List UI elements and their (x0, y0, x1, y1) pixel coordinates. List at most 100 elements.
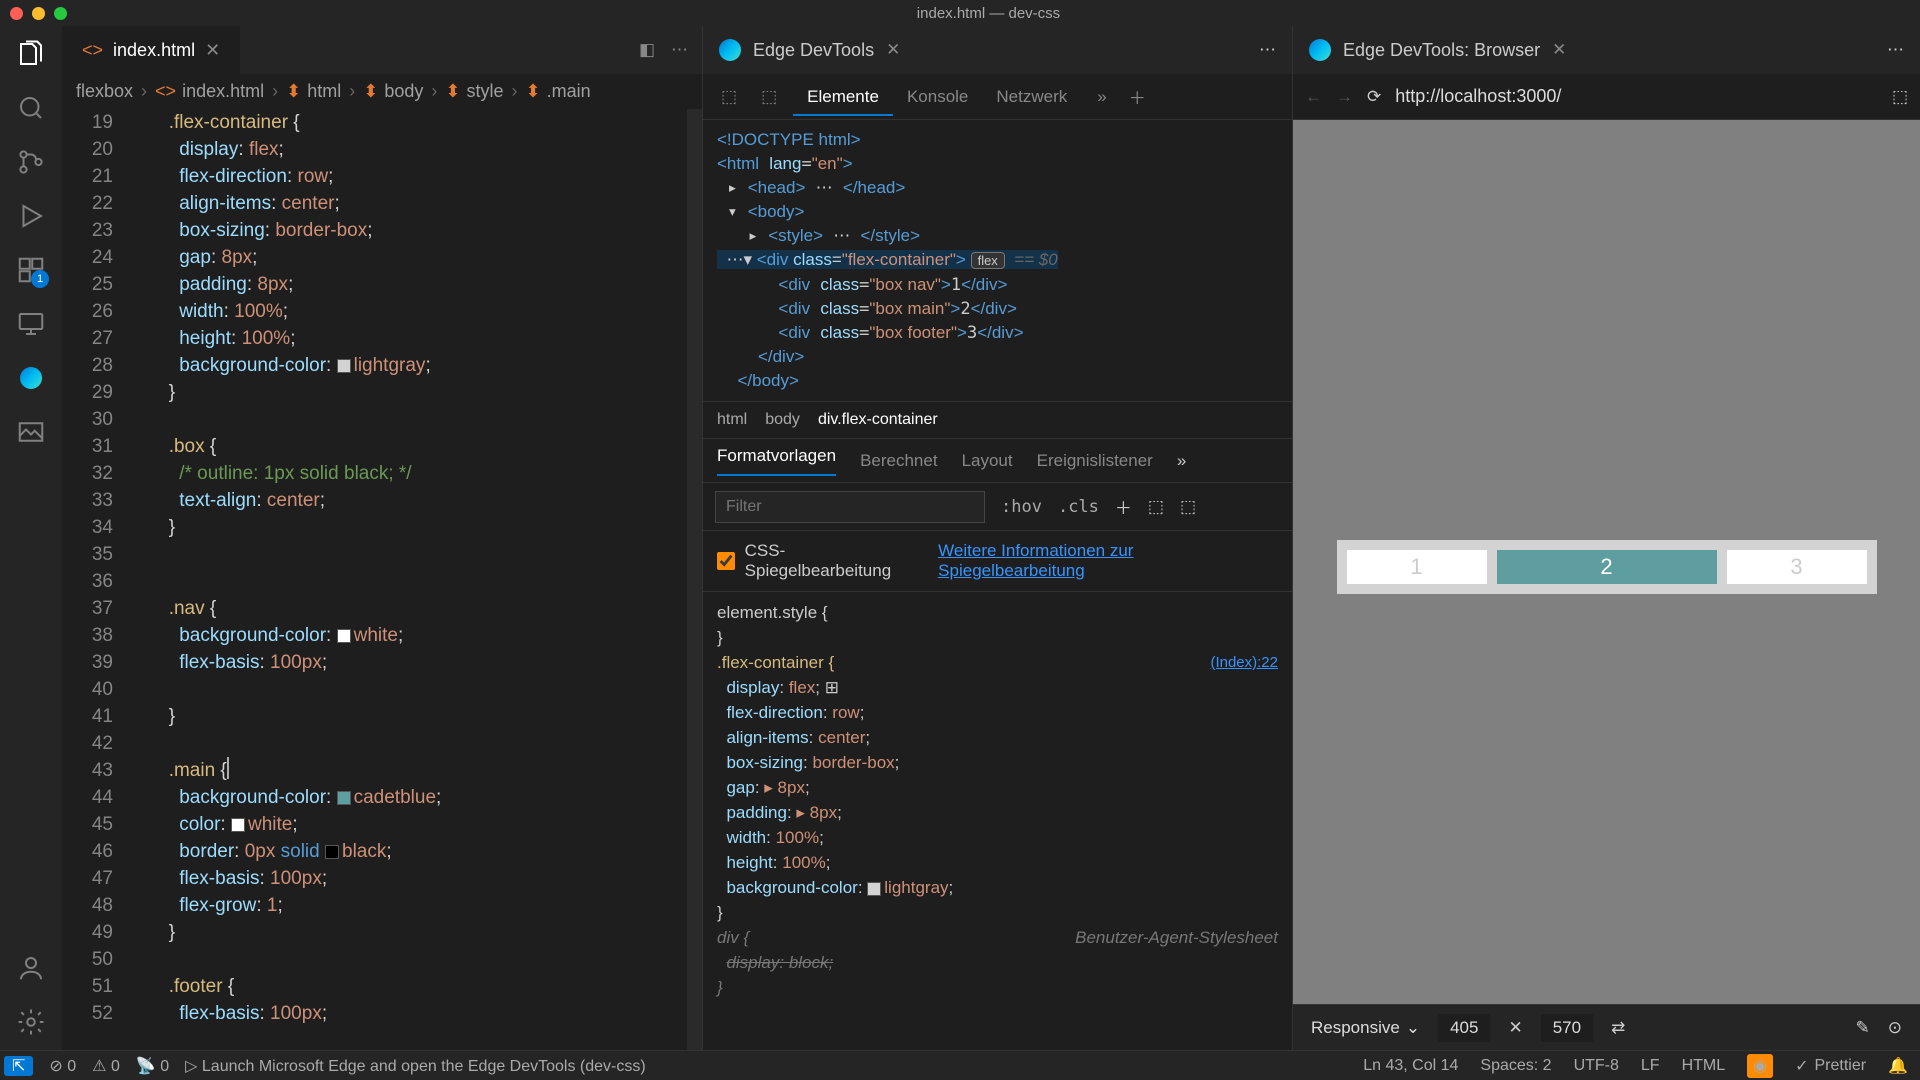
split-editor-icon[interactable]: ◧ (639, 40, 655, 60)
browser-preview: Edge DevTools: Browser ✕ ⋯ ← → ⟳ http://… (1292, 26, 1920, 1050)
remote-indicator[interactable]: ⇱ (4, 1056, 33, 1076)
css-mirror-checkbox[interactable] (717, 552, 735, 570)
account-icon[interactable] (15, 952, 47, 984)
rendered-box-footer: 3 (1727, 550, 1867, 584)
edge-icon (719, 39, 741, 61)
viewport[interactable]: 1 2 3 (1293, 120, 1920, 1004)
mirror-label: CSS-Spiegelbearbeitung (745, 541, 929, 581)
edge-tools-icon[interactable] (15, 362, 47, 394)
devtools-panel-tab[interactable]: Elemente (793, 79, 893, 116)
styles-subtab[interactable]: Ereignislistener (1037, 451, 1153, 471)
edge-status-icon[interactable]: ◉ (1747, 1054, 1773, 1078)
styles-pane[interactable]: element.style {}(Index):22.flex-containe… (703, 592, 1292, 1050)
text-cursor (227, 757, 229, 779)
breadcrumb-item[interactable]: flexbox (76, 81, 133, 102)
reload-icon[interactable]: ⟳ (1367, 87, 1381, 107)
warnings-count[interactable]: ⚠ 0 (92, 1056, 120, 1076)
settings-icon[interactable]: ⊙ (1888, 1018, 1902, 1038)
status-bar: ⇱ ⊘ 0 ⚠ 0 📡 0 ▷ Launch Microsoft Edge an… (0, 1050, 1920, 1080)
rendered-box-main: 2 (1497, 550, 1717, 584)
editor-group-1: <> index.html ✕ ◧ ⋯ flexbox›<> index.htm… (62, 26, 702, 1050)
add-rule-icon[interactable]: ＋ (1115, 494, 1132, 519)
launch-edge-button[interactable]: ▷ Launch Microsoft Edge and open the Edg… (185, 1056, 646, 1076)
add-panel-icon[interactable]: ＋ (1129, 84, 1146, 109)
devtools-panel-tab[interactable]: Netzwerk (982, 79, 1081, 114)
devtools-panel: Edge DevTools ✕ ⋯ ⬚ ⬚ ElementeKonsoleNet… (702, 26, 1292, 1050)
notifications-icon[interactable]: 🔔 (1888, 1056, 1908, 1076)
rotate-icon[interactable]: ⇄ (1611, 1018, 1625, 1038)
more-actions-icon[interactable]: ⋯ (1259, 40, 1276, 60)
search-icon[interactable] (15, 92, 47, 124)
styles-subtab[interactable]: Formatvorlagen (717, 446, 836, 476)
prettier-status[interactable]: ✓ Prettier (1795, 1056, 1866, 1076)
encoding[interactable]: UTF-8 (1574, 1057, 1619, 1075)
close-icon[interactable]: ✕ (205, 40, 220, 61)
errors-count[interactable]: ⊘ 0 (49, 1056, 76, 1076)
device-emulation-icon[interactable]: ⬚ (753, 83, 785, 111)
close-window-icon[interactable] (10, 7, 23, 20)
dom-breadcrumb[interactable]: html body div.flex-container (703, 401, 1292, 439)
more-tabs-icon[interactable]: » (1177, 451, 1186, 471)
indentation[interactable]: Spaces: 2 (1480, 1057, 1551, 1075)
class-toggle[interactable]: .cls (1058, 497, 1099, 517)
close-icon[interactable]: ✕ (886, 40, 900, 60)
run-debug-icon[interactable] (15, 200, 47, 232)
breadcrumb-item[interactable]: ⬍ .main (525, 81, 590, 102)
tab-label: index.html (113, 40, 195, 61)
code-editor[interactable]: 19 20 21 22 23 24 25 26 27 28 29 30 31 3… (62, 109, 702, 1050)
devtools-title: Edge DevTools (753, 40, 874, 61)
devtools-panel-tab[interactable]: Konsole (893, 79, 982, 114)
dimension-separator: ✕ (1508, 1018, 1522, 1038)
styles-subtab[interactable]: Berechnet (860, 451, 938, 471)
styles-filter-input[interactable] (715, 491, 985, 523)
back-icon[interactable]: ← (1305, 87, 1322, 107)
traffic-lights (10, 7, 67, 20)
close-icon[interactable]: ✕ (1552, 40, 1566, 60)
breadcrumb-item[interactable]: ⬍ body (363, 81, 423, 102)
minimize-window-icon[interactable] (32, 7, 45, 20)
viewport-height[interactable]: 570 (1541, 1014, 1593, 1042)
tab-index-html[interactable]: <> index.html ✕ (62, 26, 240, 74)
minimap[interactable] (687, 109, 702, 1050)
maximize-window-icon[interactable] (54, 7, 67, 20)
settings-gear-icon[interactable] (15, 1006, 47, 1038)
extensions-icon[interactable]: 1 (15, 254, 47, 286)
extensions-badge: 1 (31, 270, 49, 288)
cursor-position[interactable]: Ln 43, Col 14 (1363, 1057, 1458, 1075)
more-actions-icon[interactable]: ⋯ (1887, 40, 1904, 60)
mirror-info-link[interactable]: Weitere Informationen zur Spiegelbearbei… (938, 541, 1278, 581)
url-bar[interactable]: http://localhost:3000/ (1395, 82, 1878, 111)
more-panels-icon[interactable]: » (1089, 83, 1114, 111)
breadcrumb-item[interactable]: ⬍ html (286, 81, 341, 102)
open-devtools-icon[interactable]: ⬚ (1892, 87, 1908, 107)
source-control-icon[interactable] (15, 146, 47, 178)
breadcrumb[interactable]: flexbox›<> index.html›⬍ html›⬍ body›⬍ st… (62, 74, 702, 109)
dom-tree[interactable]: <!DOCTYPE html> <html lang="en"> ▸ <head… (703, 120, 1292, 401)
window-title: index.html — dev-css (67, 5, 1910, 22)
responsive-dropdown[interactable]: Responsive ⌄ (1311, 1018, 1420, 1038)
dom-breadcrumb-item[interactable]: html (717, 411, 747, 429)
computed-panel-icon[interactable]: ⬚ (1148, 497, 1164, 517)
explorer-icon[interactable] (15, 38, 47, 70)
styles-subtab[interactable]: Layout (962, 451, 1013, 471)
ports-count[interactable]: 📡 0 (136, 1056, 169, 1076)
breadcrumb-item[interactable]: ⬍ style (445, 81, 503, 102)
inspect-element-icon[interactable]: ⬚ (713, 83, 745, 111)
edge-icon (1309, 39, 1331, 61)
screenshot-icon[interactable]: ✎ (1856, 1018, 1870, 1038)
remote-explorer-icon[interactable] (15, 308, 47, 340)
eol[interactable]: LF (1641, 1057, 1660, 1075)
dom-breadcrumb-item[interactable]: body (765, 411, 800, 429)
more-actions-icon[interactable]: ⋯ (671, 40, 688, 60)
viewport-width[interactable]: 405 (1438, 1014, 1490, 1042)
html-file-icon: <> (82, 40, 103, 61)
hover-toggle[interactable]: :hov (1001, 497, 1042, 517)
breadcrumb-item[interactable]: <> index.html (155, 81, 264, 102)
forward-icon[interactable]: → (1336, 87, 1353, 107)
image-preview-icon[interactable] (15, 416, 47, 448)
activity-bar: 1 (0, 26, 62, 1050)
toggle-sidebar-icon[interactable]: ⬚ (1180, 497, 1196, 517)
chevron-down-icon: ⌄ (1406, 1018, 1420, 1038)
language-mode[interactable]: HTML (1682, 1057, 1726, 1075)
dom-breadcrumb-item[interactable]: div.flex-container (818, 411, 938, 429)
